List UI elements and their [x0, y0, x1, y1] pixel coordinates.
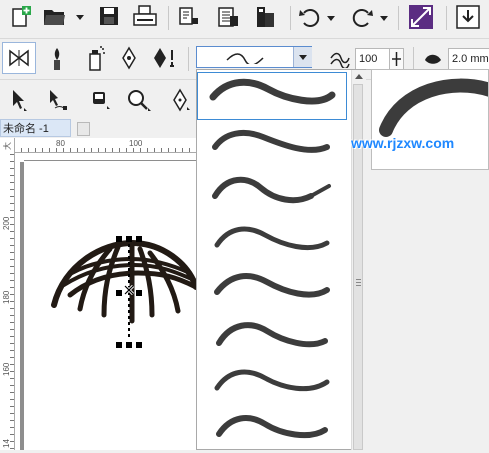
ruler-corner: 大 [3, 142, 12, 150]
export-icon[interactable] [217, 6, 239, 28]
ruler-label: 80 [56, 139, 65, 148]
brush-stroke-option[interactable] [197, 219, 347, 267]
line-width-icon [425, 54, 441, 64]
print-icon[interactable] [133, 5, 157, 27]
pressure-icon[interactable] [152, 46, 180, 72]
crop-tool-icon[interactable] [90, 89, 112, 111]
redo-dropdown-icon[interactable] [380, 16, 388, 21]
page-shadow [20, 162, 24, 450]
brush-stroke-option[interactable] [197, 266, 347, 314]
scroll-grip [356, 279, 361, 280]
umbrella-globe-drawing[interactable] [50, 235, 196, 325]
brush-stroke-option[interactable] [197, 315, 347, 363]
width-stepper[interactable] [389, 48, 404, 70]
brush-stroke-option[interactable] [197, 170, 347, 218]
stroke-shape-4-icon [214, 226, 330, 251]
line-width-field[interactable]: 2.0 mm [448, 48, 489, 70]
stroke-shape-7-icon [214, 369, 330, 392]
stroke-shape-8-icon [216, 415, 328, 439]
selection-handle[interactable] [116, 236, 122, 242]
selection-handle[interactable] [126, 342, 132, 348]
document-tab[interactable]: 未命名 -1 [0, 119, 71, 137]
standard-toolbar [0, 0, 489, 39]
open-folder-icon[interactable] [43, 7, 67, 27]
stroke-preview-large-icon [379, 78, 488, 137]
horizontal-ruler[interactable]: 80 100 [14, 138, 196, 153]
brush-stroke-option[interactable] [197, 406, 347, 450]
import-icon[interactable] [178, 6, 200, 28]
save-icon[interactable] [99, 6, 119, 26]
watermark: www.rjzxw.com [351, 135, 455, 151]
full-screen-icon[interactable] [409, 5, 433, 29]
brush-stroke-option[interactable] [197, 72, 347, 120]
redo-icon[interactable] [350, 6, 374, 28]
chevron-down-icon [299, 55, 307, 60]
brush-stroke-option[interactable] [197, 362, 347, 410]
ruler-label: 100 [129, 139, 143, 148]
selection-handle[interactable] [126, 236, 132, 242]
stroke-preview-pane [371, 69, 489, 170]
undo-dropdown-icon[interactable] [327, 16, 335, 21]
stroke-shape-5-icon [214, 273, 330, 298]
combo-dropdown-button[interactable] [293, 47, 312, 67]
tab-close-icon[interactable] [77, 122, 90, 136]
selection-handle[interactable] [136, 290, 142, 296]
download-icon[interactable] [456, 5, 480, 29]
brush-icon[interactable] [50, 47, 64, 71]
publish-icon[interactable] [254, 5, 276, 29]
preset-brush-icon [9, 49, 29, 67]
selection-handle[interactable] [136, 236, 142, 242]
page-border [24, 160, 196, 161]
open-dropdown-icon[interactable] [76, 15, 84, 20]
preset-brush-button[interactable] [2, 42, 36, 74]
stroke-shape-2-icon [212, 129, 330, 153]
smoothing-icon [330, 52, 350, 68]
selection-handle[interactable] [116, 290, 122, 296]
scroll-grip [356, 285, 361, 286]
selection-handle[interactable] [116, 342, 122, 348]
tool-row [0, 80, 196, 118]
pick-tool-icon[interactable] [10, 88, 28, 112]
vertical-ruler[interactable]: 大 200 180 160 14 [0, 138, 15, 450]
stroke-shape-1-icon [209, 78, 336, 105]
selection-handle[interactable] [136, 342, 142, 348]
center-marker-icon [124, 285, 134, 295]
zoom-tool-icon[interactable] [126, 88, 152, 112]
scroll-up-icon[interactable] [355, 73, 363, 79]
undo-icon[interactable] [298, 6, 322, 28]
brush-stroke-option[interactable] [197, 121, 347, 169]
spray-icon[interactable] [86, 46, 106, 72]
stroke-shape-6-icon [216, 322, 328, 348]
shape-tool-icon[interactable] [47, 88, 69, 112]
stroke-shape-3-icon [212, 176, 331, 204]
calligraphy-icon[interactable] [120, 46, 138, 72]
scroll-grip [356, 282, 361, 283]
pen-tool-icon[interactable] [172, 88, 192, 112]
stroke-preview-icon [226, 53, 264, 64]
new-document-icon[interactable] [10, 6, 32, 28]
